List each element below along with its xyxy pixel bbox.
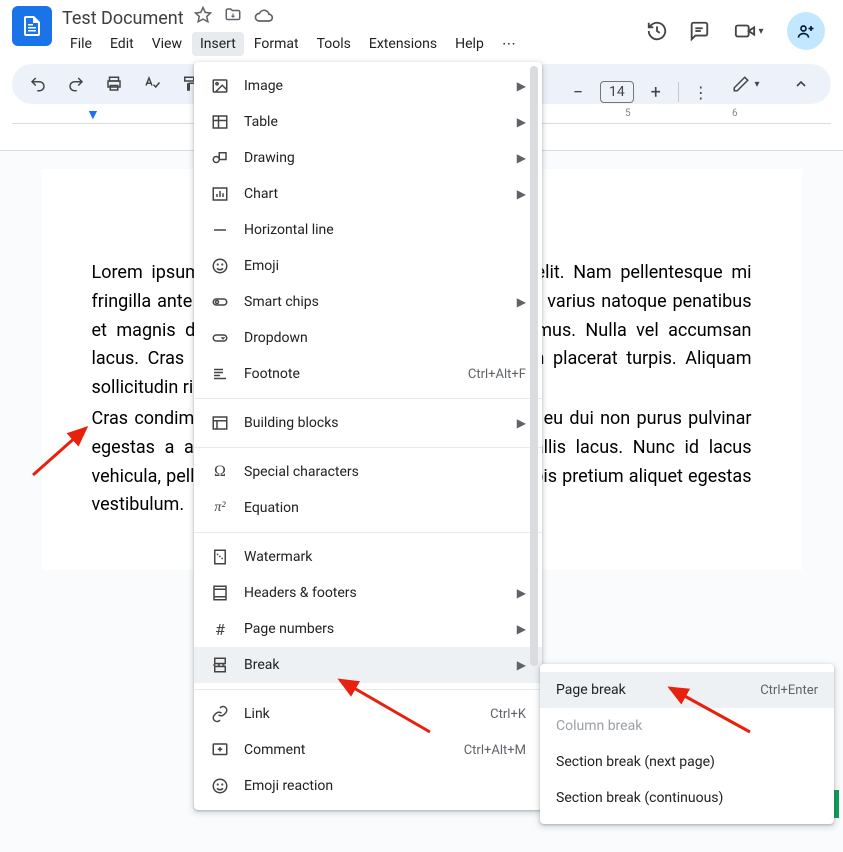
- submenu-arrow-icon: ▶: [517, 187, 526, 201]
- spellcheck-icon[interactable]: [138, 70, 166, 98]
- shortcut-text: Ctrl+Alt+F: [468, 367, 526, 382]
- table-icon: [210, 113, 230, 131]
- font-size-input[interactable]: 14: [600, 81, 634, 103]
- menu-item-table[interactable]: Table ▶: [194, 104, 542, 140]
- menu-item-image[interactable]: Image ▶: [194, 68, 542, 104]
- headers-footers-icon: [210, 584, 230, 602]
- submenu-arrow-icon: ▶: [517, 416, 526, 430]
- submenu-item-page-break[interactable]: Page break Ctrl+Enter: [540, 672, 834, 708]
- menu-divider: [194, 689, 542, 690]
- comments-icon[interactable]: [687, 19, 711, 43]
- fontsize-decrease[interactable]: −: [564, 78, 592, 106]
- submenu-arrow-icon: ▶: [517, 115, 526, 129]
- menu-item-emoji-reaction[interactable]: Emoji reaction: [194, 768, 542, 804]
- break-icon: [210, 656, 230, 674]
- meet-icon[interactable]: ▾: [729, 19, 769, 43]
- menu-file[interactable]: File: [62, 32, 100, 56]
- menu-format[interactable]: Format: [246, 32, 307, 56]
- menu-item-footnote[interactable]: Footnote Ctrl+Alt+F: [194, 356, 542, 392]
- share-button[interactable]: [787, 12, 825, 50]
- submenu-arrow-icon: ▶: [517, 658, 526, 672]
- menu-item-dropdown[interactable]: Dropdown: [194, 320, 542, 356]
- break-submenu: Page break Ctrl+Enter Column break Secti…: [540, 664, 834, 824]
- building-blocks-icon: [210, 414, 230, 432]
- footnote-icon: [210, 365, 230, 383]
- document-title[interactable]: Test Document: [62, 8, 184, 29]
- menu-item-drawing[interactable]: Drawing ▶: [194, 140, 542, 176]
- history-icon[interactable]: [645, 19, 669, 43]
- menu-item-smart-chips[interactable]: Smart chips ▶: [194, 284, 542, 320]
- menu-divider: [194, 532, 542, 533]
- print-icon[interactable]: [100, 70, 128, 98]
- insert-menu-dropdown: Image ▶ Table ▶ Drawing ▶ Chart ▶ Horizo…: [194, 62, 542, 810]
- shortcut-text: Ctrl+Enter: [760, 683, 818, 698]
- comment-icon: [210, 741, 230, 759]
- menu-item-building-blocks[interactable]: Building blocks ▶: [194, 405, 542, 441]
- menu-view[interactable]: View: [144, 32, 190, 56]
- link-icon: [210, 705, 230, 723]
- fontsize-increase[interactable]: +: [642, 78, 670, 106]
- collapse-toolbar-icon[interactable]: [783, 66, 819, 102]
- menu-item-chart[interactable]: Chart ▶: [194, 176, 542, 212]
- menu-extensions[interactable]: Extensions: [361, 32, 445, 56]
- menu-divider: [194, 398, 542, 399]
- menu-more[interactable]: ⋯: [494, 32, 525, 56]
- menu-item-watermark[interactable]: Watermark: [194, 539, 542, 575]
- star-icon[interactable]: [194, 6, 212, 30]
- menu-tools[interactable]: Tools: [309, 32, 359, 56]
- undo-icon[interactable]: [24, 70, 52, 98]
- submenu-item-column-break: Column break: [540, 708, 834, 744]
- submenu-arrow-icon: ▶: [517, 295, 526, 309]
- submenu-arrow-icon: ▶: [517, 586, 526, 600]
- submenu-arrow-icon: ▶: [517, 151, 526, 165]
- menu-item-special-characters[interactable]: Ω Special characters: [194, 454, 542, 490]
- equation-icon: π²: [210, 500, 230, 516]
- ruler-tick: 6: [732, 108, 738, 119]
- emoji-reaction-icon: [210, 777, 230, 795]
- ruler-tick: 5: [625, 108, 631, 119]
- image-icon: [210, 77, 230, 95]
- document-icon: [20, 14, 44, 38]
- menu-item-equation[interactable]: π² Equation: [194, 490, 542, 526]
- redo-icon[interactable]: [62, 70, 90, 98]
- page-numbers-icon: #: [210, 620, 230, 639]
- drawing-icon: [210, 149, 230, 167]
- app-header: Test Document File Edit View Insert Form…: [0, 0, 843, 56]
- omega-icon: Ω: [210, 463, 230, 481]
- menu-edit[interactable]: Edit: [102, 32, 142, 56]
- menu-item-headers-footers[interactable]: Headers & footers ▶: [194, 575, 542, 611]
- smart-chips-icon: [210, 293, 230, 311]
- submenu-item-section-break-continuous[interactable]: Section break (continuous): [540, 780, 834, 816]
- cloud-icon[interactable]: [254, 6, 274, 30]
- submenu-arrow-icon: ▶: [517, 622, 526, 636]
- menu-insert[interactable]: Insert: [192, 32, 244, 56]
- dropdown-icon: [210, 329, 230, 347]
- editing-mode-icon[interactable]: ▾: [723, 70, 769, 98]
- move-icon[interactable]: [224, 6, 242, 30]
- menu-divider: [194, 447, 542, 448]
- docs-logo[interactable]: [12, 6, 52, 46]
- emoji-icon: [210, 257, 230, 275]
- menu-item-comment[interactable]: Comment Ctrl+Alt+M: [194, 732, 542, 768]
- menu-item-break[interactable]: Break ▶: [194, 647, 542, 683]
- menu-item-horizontal-line[interactable]: Horizontal line: [194, 212, 542, 248]
- submenu-arrow-icon: ▶: [517, 79, 526, 93]
- indent-marker-icon[interactable]: ▼: [86, 106, 100, 123]
- menu-help[interactable]: Help: [447, 32, 492, 56]
- submenu-item-section-break-next[interactable]: Section break (next page): [540, 744, 834, 780]
- menu-item-page-numbers[interactable]: # Page numbers ▶: [194, 611, 542, 647]
- watermark-icon: [210, 548, 230, 566]
- menu-bar: File Edit View Insert Format Tools Exten…: [62, 32, 645, 56]
- chart-icon: [210, 185, 230, 203]
- more-options-icon[interactable]: ⋮: [687, 78, 715, 106]
- menu-item-link[interactable]: Link Ctrl+K: [194, 696, 542, 732]
- shortcut-text: Ctrl+Alt+M: [464, 743, 526, 758]
- horizontal-line-icon: [210, 221, 230, 239]
- scrollbar-thumb[interactable]: [530, 66, 538, 666]
- shortcut-text: Ctrl+K: [490, 707, 526, 722]
- menu-item-emoji[interactable]: Emoji: [194, 248, 542, 284]
